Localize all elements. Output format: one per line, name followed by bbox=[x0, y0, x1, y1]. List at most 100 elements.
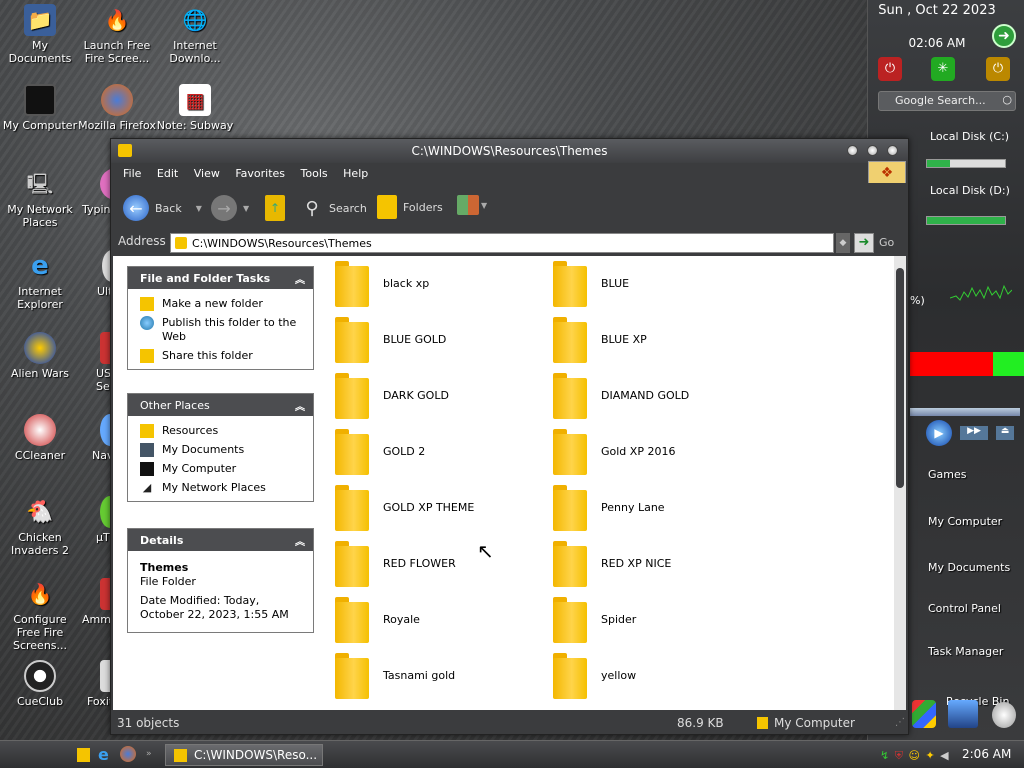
tray-volume-icon[interactable]: ◀ bbox=[940, 749, 949, 762]
minimize-button[interactable] bbox=[847, 145, 858, 156]
collapse-chevron-icon[interactable]: ︽ bbox=[295, 533, 305, 548]
menu-tools[interactable]: Tools bbox=[301, 163, 328, 180]
play-icon[interactable]: ▶ bbox=[926, 420, 952, 446]
folder-item[interactable]: Spider bbox=[553, 595, 763, 647]
go-arrow-icon[interactable]: ➜ bbox=[992, 24, 1016, 48]
details-header[interactable]: Details ︽ bbox=[128, 529, 313, 551]
place-resources[interactable]: Resources bbox=[128, 421, 313, 440]
menu-edit[interactable]: Edit bbox=[157, 163, 178, 180]
desktop-icon-us-se[interactable]: US Se bbox=[90, 332, 120, 393]
desktop-icon-foxit[interactable]: Foxit bbox=[84, 660, 120, 708]
back-button[interactable]: ← Back ▼ bbox=[123, 195, 202, 221]
desktop-icon-navi[interactable]: Navi bbox=[90, 414, 120, 462]
folders-button[interactable]: Folders bbox=[377, 195, 443, 219]
security-shield-icon[interactable] bbox=[912, 700, 936, 728]
task-make-new-folder[interactable]: Make a new folder bbox=[128, 294, 313, 313]
sidebar-link-my-computer[interactable]: My Computer bbox=[910, 515, 1020, 528]
menu-view[interactable]: View bbox=[194, 163, 220, 180]
eject-icon[interactable]: ⏏ bbox=[996, 426, 1014, 440]
logoff-icon[interactable]: ⏻ bbox=[986, 57, 1010, 81]
views-button[interactable]: ▼ bbox=[457, 195, 487, 215]
desktop-icon-typing[interactable]: Typin bbox=[70, 168, 132, 216]
vertical-scrollbar[interactable] bbox=[894, 256, 906, 710]
folder-item[interactable]: RED XP NICE bbox=[553, 539, 763, 591]
go-label[interactable]: Go bbox=[879, 236, 894, 249]
restart-icon[interactable]: ✳ bbox=[931, 57, 955, 81]
forward-button[interactable]: → ▼ bbox=[211, 195, 249, 221]
folder-item[interactable]: yellow bbox=[553, 651, 763, 703]
folder-item[interactable]: BLUE bbox=[553, 259, 763, 311]
folder-item[interactable]: BLUE XP bbox=[553, 315, 763, 367]
desktop-icon-my-network-places[interactable]: 🖳 My Network Places bbox=[0, 168, 80, 230]
desktop-icon-alien-wars[interactable]: Alien Wars bbox=[0, 332, 80, 380]
title-bar[interactable]: C:\WINDOWS\Resources\Themes bbox=[111, 139, 908, 163]
tray-smiley-icon[interactable]: ☺ bbox=[908, 749, 920, 762]
collapse-chevron-icon[interactable]: ︽ bbox=[295, 398, 305, 413]
folder-item[interactable]: Royale bbox=[335, 595, 545, 647]
recycle-bin-icon[interactable] bbox=[992, 702, 1016, 728]
desktop-icon-ccleaner[interactable]: CCleaner bbox=[0, 414, 80, 462]
desktop-icon-note-subway[interactable]: ▦ Note: Subway bbox=[155, 84, 235, 132]
forward-dropdown-icon[interactable]: ▼ bbox=[243, 204, 249, 213]
next-track-icon[interactable]: ▶▶ bbox=[960, 426, 988, 440]
folder-item[interactable]: Penny Lane bbox=[553, 483, 763, 535]
folder-item[interactable]: Gold XP 2016 bbox=[553, 427, 763, 479]
desktop-icon-my-documents[interactable]: 📁 My Documents bbox=[0, 4, 80, 65]
google-search-input[interactable]: Google Search... ○ bbox=[878, 91, 1016, 111]
network-globe-icon[interactable] bbox=[948, 700, 978, 728]
folder-item[interactable]: DARK GOLD bbox=[335, 371, 545, 423]
sidebar-link-games[interactable]: Games bbox=[910, 468, 1020, 481]
quicklaunch-overflow-icon[interactable]: » bbox=[146, 749, 152, 759]
address-input[interactable]: C:\WINDOWS\Resources\Themes bbox=[170, 233, 834, 253]
desktop-icon-my-computer[interactable]: My Computer bbox=[0, 84, 80, 132]
up-folder-button[interactable]: ↑ bbox=[265, 195, 291, 221]
folder-item[interactable]: GOLD XP THEME bbox=[335, 483, 545, 535]
quicklaunch-ie-icon[interactable]: e bbox=[98, 745, 109, 764]
tray-network-icon[interactable]: ↯ bbox=[880, 749, 890, 762]
search-button[interactable]: ⚲ Search bbox=[301, 195, 366, 221]
sidebar-link-my-documents[interactable]: My Documents bbox=[910, 561, 1020, 574]
desktop-icon-cueclub[interactable]: CueClub bbox=[0, 660, 80, 708]
other-places-header[interactable]: Other Places ︽ bbox=[128, 394, 313, 416]
sidebar-link-task-manager[interactable]: Task Manager bbox=[910, 645, 1020, 658]
folder-item[interactable]: BLUE GOLD bbox=[335, 315, 545, 367]
quicklaunch-firefox-icon[interactable] bbox=[120, 746, 136, 762]
task-publish-to-web[interactable]: Publish this folder to the Web bbox=[128, 313, 313, 346]
sidebar-link-control-panel[interactable]: Control Panel bbox=[910, 602, 1020, 615]
scrollbar-thumb[interactable] bbox=[896, 268, 904, 488]
desktop-icon-firefox[interactable]: Mozilla Firefox bbox=[77, 84, 157, 132]
desktop-icon-launch-free-fire[interactable]: 🔥 Launch Free Fire Scree... bbox=[77, 4, 157, 66]
place-my-documents[interactable]: My Documents bbox=[128, 440, 313, 459]
folder-item[interactable]: RED FLOWER bbox=[335, 539, 545, 591]
back-dropdown-icon[interactable]: ▼ bbox=[196, 204, 202, 213]
place-my-network-places[interactable]: ◢ My Network Places bbox=[128, 478, 313, 497]
menu-favorites[interactable]: Favorites bbox=[235, 163, 285, 180]
folder-item[interactable]: DIAMAND GOLD bbox=[553, 371, 763, 423]
address-dropdown-icon[interactable]: ◆ bbox=[836, 233, 850, 253]
desktop-icon-ammy[interactable]: Ammy bbox=[82, 578, 120, 626]
folder-item[interactable]: GOLD 2 bbox=[335, 427, 545, 479]
menu-file[interactable]: File bbox=[123, 163, 141, 180]
maximize-button[interactable] bbox=[867, 145, 878, 156]
tray-shield-icon[interactable]: ⛨ bbox=[895, 749, 904, 762]
desktop-icon-utorrent[interactable]: µT bbox=[90, 496, 120, 544]
menu-help[interactable]: Help bbox=[343, 163, 368, 180]
media-progress[interactable] bbox=[910, 408, 1020, 416]
folder-item[interactable]: Tasnami gold bbox=[335, 651, 545, 703]
desktop-icon-internet-explorer[interactable]: e Internet Explorer bbox=[0, 250, 80, 312]
taskbar-item-explorer[interactable]: C:\WINDOWS\Reso... bbox=[165, 744, 323, 766]
collapse-chevron-icon[interactable]: ︽ bbox=[295, 271, 305, 286]
desktop-icon-ult[interactable]: Ult bbox=[90, 250, 122, 298]
quicklaunch-folder-icon[interactable] bbox=[77, 748, 90, 762]
desktop-icon-chicken-invaders[interactable]: 🐔 Chicken Invaders 2 bbox=[0, 496, 80, 557]
desktop-icon-internet-download[interactable]: 🌐 Internet Downlo... bbox=[155, 4, 235, 66]
tray-star-icon[interactable]: ✦ bbox=[925, 749, 935, 762]
power-icon[interactable]: ⏻ bbox=[878, 57, 902, 81]
place-my-computer[interactable]: My Computer bbox=[128, 459, 313, 478]
file-folder-tasks-header[interactable]: File and Folder Tasks ︽ bbox=[128, 267, 313, 289]
go-button[interactable]: ➜ bbox=[854, 233, 874, 253]
folder-item[interactable]: black xp bbox=[335, 259, 545, 311]
desktop-icon-configure-free-fire[interactable]: 🔥 Configure Free Fire Screens... bbox=[0, 578, 80, 653]
resize-grip-icon[interactable]: ⋰ bbox=[895, 717, 905, 728]
task-share-folder[interactable]: Share this folder bbox=[128, 346, 313, 365]
